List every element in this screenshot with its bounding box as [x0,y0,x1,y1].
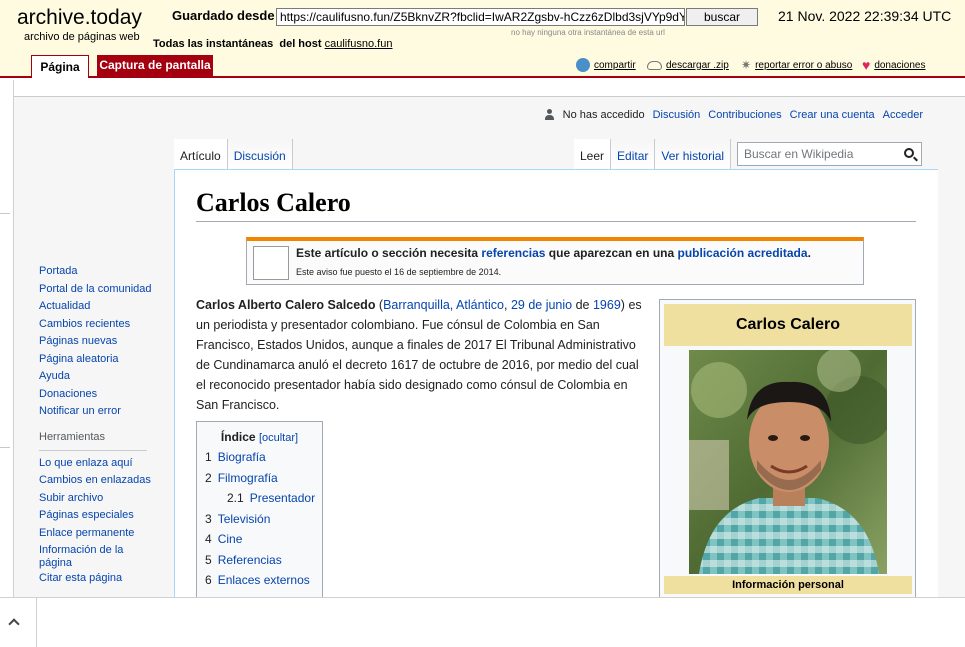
references-notice: Este artículo o sección necesita referen… [246,237,864,285]
toc-heading: Índice [ocultar] [220,430,299,444]
notice-link-references[interactable]: referencias [481,246,545,260]
report-label: reportar error o abuso [755,59,853,71]
not-logged-in: No has accedido [562,109,645,121]
download-label: descargar .zip [666,59,729,71]
sidebar-item-report-error[interactable]: Notificar un error [39,405,152,423]
personal-tools: No has accedido Discusión Contribuciones… [544,109,923,121]
host-line: Todas las instantáneas del host caulifus… [153,38,392,50]
personal-link-create-account[interactable]: Crear una cuenta [790,109,875,121]
sidebar-tools-heading: Herramientas [39,431,147,451]
sidebar-item-page-info[interactable]: Información de la página [39,544,139,572]
left-gutter [0,80,14,597]
all-snapshots-label[interactable]: Todas las instantáneas [153,38,273,50]
archive-subtitle: archivo de páginas web [24,31,140,43]
sidebar-item-upload[interactable]: Subir archivo [39,492,152,510]
page-root: archive.today archivo de páginas web Gua… [0,0,965,647]
share-action[interactable]: compartir [576,57,636,73]
host-link[interactable]: caulifusno.fun [325,38,393,50]
sidebar-item-related-changes[interactable]: Cambios en enlazadas [39,474,152,492]
archive-logo[interactable]: archive.today [17,6,142,30]
donate-label: donaciones [874,59,926,71]
search-icon[interactable] [904,148,914,158]
infobox-section-header: Información personal [664,576,912,594]
report-action[interactable]: ✷ reportar error o abuso [741,57,852,73]
tab-edit[interactable]: Editar [611,139,656,169]
portrait-image [689,350,887,574]
sidebar-item-community[interactable]: Portal de la comunidad [39,283,152,301]
link-birth-year[interactable]: 1969 [593,298,621,312]
infobox: Carlos Calero Información personal [659,299,916,598]
host-label: del host [279,38,322,50]
donate-action[interactable]: ♥ donaciones [862,57,925,73]
personal-link-contributions[interactable]: Contribuciones [708,109,781,121]
gutter-tick [0,213,10,214]
lead-name: Carlos Alberto Calero Salcedo [196,298,376,312]
heart-icon: ♥ [862,57,871,73]
link-birth-place[interactable]: Barranquilla, Atlántico [383,298,504,312]
infobox-title: Carlos Calero [664,304,912,346]
namespace-tabs: Artículo Discusión [174,139,293,169]
gutter-tick [0,447,10,448]
sidebar-item-special-pages[interactable]: Páginas especiales [39,509,152,527]
search-placeholder: Buscar en Wikipedia [744,147,854,161]
tab-page[interactable]: Página [31,55,89,78]
page-title: Carlos Calero [196,188,916,222]
tab-screenshot[interactable]: Captura de pantalla [97,55,213,76]
notice-link-publication[interactable]: publicación acreditada [678,246,808,260]
sidebar-item-permalink[interactable]: Enlace permanente [39,527,152,545]
download-action[interactable]: descargar .zip [647,57,729,73]
personal-link-login[interactable]: Acceder [883,109,923,121]
portrait-photo[interactable] [689,350,887,574]
sidebar-item-donations[interactable]: Donaciones [39,388,152,406]
broken-image-icon [253,246,289,280]
search-button[interactable]: buscar [686,8,758,26]
lead-text: es un periodista y presentador colombian… [196,298,642,412]
sidebar-item-help[interactable]: Ayuda [39,370,152,388]
sidebar-item-random[interactable]: Página aleatoria [39,353,152,371]
sidebar-item-recent-changes[interactable]: Cambios recientes [39,318,152,336]
table-of-contents: Índice [ocultar] 1 Biografía 2 Filmografía… [196,421,323,598]
toc-item[interactable]: 4 Cine [197,532,322,553]
share-label: compartir [594,59,636,71]
user-icon [544,109,555,121]
saved-from-label: Guardado desde [172,8,275,23]
sidebar-item-cite[interactable]: Citar esta página [39,572,152,590]
share-icon [576,58,590,72]
download-icon [647,60,662,70]
lead-paragraph: Carlos Alberto Calero Salcedo (Barranqui… [196,298,642,412]
wiki-search-input[interactable]: Buscar en Wikipedia [737,142,922,166]
toc-item[interactable]: 1 Biografía [197,450,322,471]
toc-item[interactable]: 2.1 Presentador [197,491,322,512]
toc-item[interactable]: 2 Filmografía [197,471,322,492]
notice-date: Este aviso fue puesto el 16 de septiembr… [296,267,502,277]
archive-datetime: 21 Nov. 2022 22:39:34 UTC [778,8,952,24]
tab-history[interactable]: Ver historial [655,139,732,169]
wikipedia-page: No has accedido Discusión Contribuciones… [14,96,965,598]
view-tabs: Leer Editar Ver historial [574,139,732,169]
archive-header: archive.today archivo de páginas web Gua… [0,0,965,78]
url-input[interactable]: https://caulifusno.fun/Z5BknvZR?fbclid=I… [276,8,685,26]
toc-item[interactable]: 3 Televisión [197,512,322,533]
sidebar-item-what-links[interactable]: Lo que enlaza aquí [39,457,152,475]
chevron-up-icon [8,618,20,630]
sidebar-item-current[interactable]: Actualidad [39,300,152,318]
personal-link-talk[interactable]: Discusión [653,109,701,121]
toc-item[interactable]: 5 Referencias [197,553,322,574]
sidebar-item-portada[interactable]: Portada [39,265,152,283]
no-snapshot-note: no hay ninguna otra instantánea de esta … [511,28,665,37]
tab-discussion[interactable]: Discusión [227,139,293,169]
sidebar: Portada Portal de la comunidad Actualida… [39,265,152,590]
toc-hide-toggle[interactable]: [ocultar] [259,432,298,444]
article-content: Carlos Calero Este artículo o sección ne… [174,169,938,598]
sidebar-item-new-pages[interactable]: Páginas nuevas [39,335,152,353]
tab-read[interactable]: Leer [574,139,612,169]
tab-article[interactable]: Artículo [174,139,228,169]
toc-item[interactable]: 6 Enlaces externos [197,573,322,594]
bottom-bar [0,597,965,647]
notice-text: Este artículo o sección necesita referen… [296,246,811,260]
link-birth-date[interactable]: 29 de junio [511,298,572,312]
bug-icon: ✷ [741,58,752,72]
expand-button[interactable] [0,598,37,647]
